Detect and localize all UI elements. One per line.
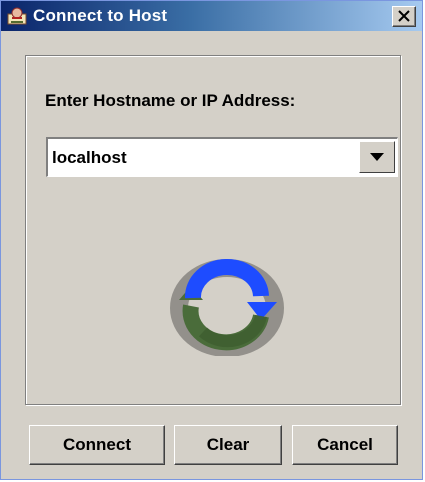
app-icon	[7, 6, 27, 26]
connect-dialog: Connect to Host Enter Hostname or IP Add…	[0, 0, 423, 480]
close-button[interactable]	[392, 6, 416, 27]
connect-button[interactable]: Connect	[29, 425, 165, 465]
refresh-icon	[161, 246, 291, 357]
dropdown-button[interactable]	[359, 141, 395, 173]
window-title: Connect to Host	[33, 6, 168, 25]
clear-button[interactable]: Clear	[174, 425, 282, 465]
host-input[interactable]: localhost	[52, 148, 127, 168]
host-label: Enter Hostname or IP Address:	[45, 91, 296, 110]
cancel-button[interactable]: Cancel	[292, 425, 398, 465]
host-combobox[interactable]: localhost	[46, 137, 398, 177]
title-bar[interactable]: Connect to Host	[1, 1, 422, 31]
close-icon	[398, 10, 410, 22]
chevron-down-icon	[370, 153, 384, 161]
